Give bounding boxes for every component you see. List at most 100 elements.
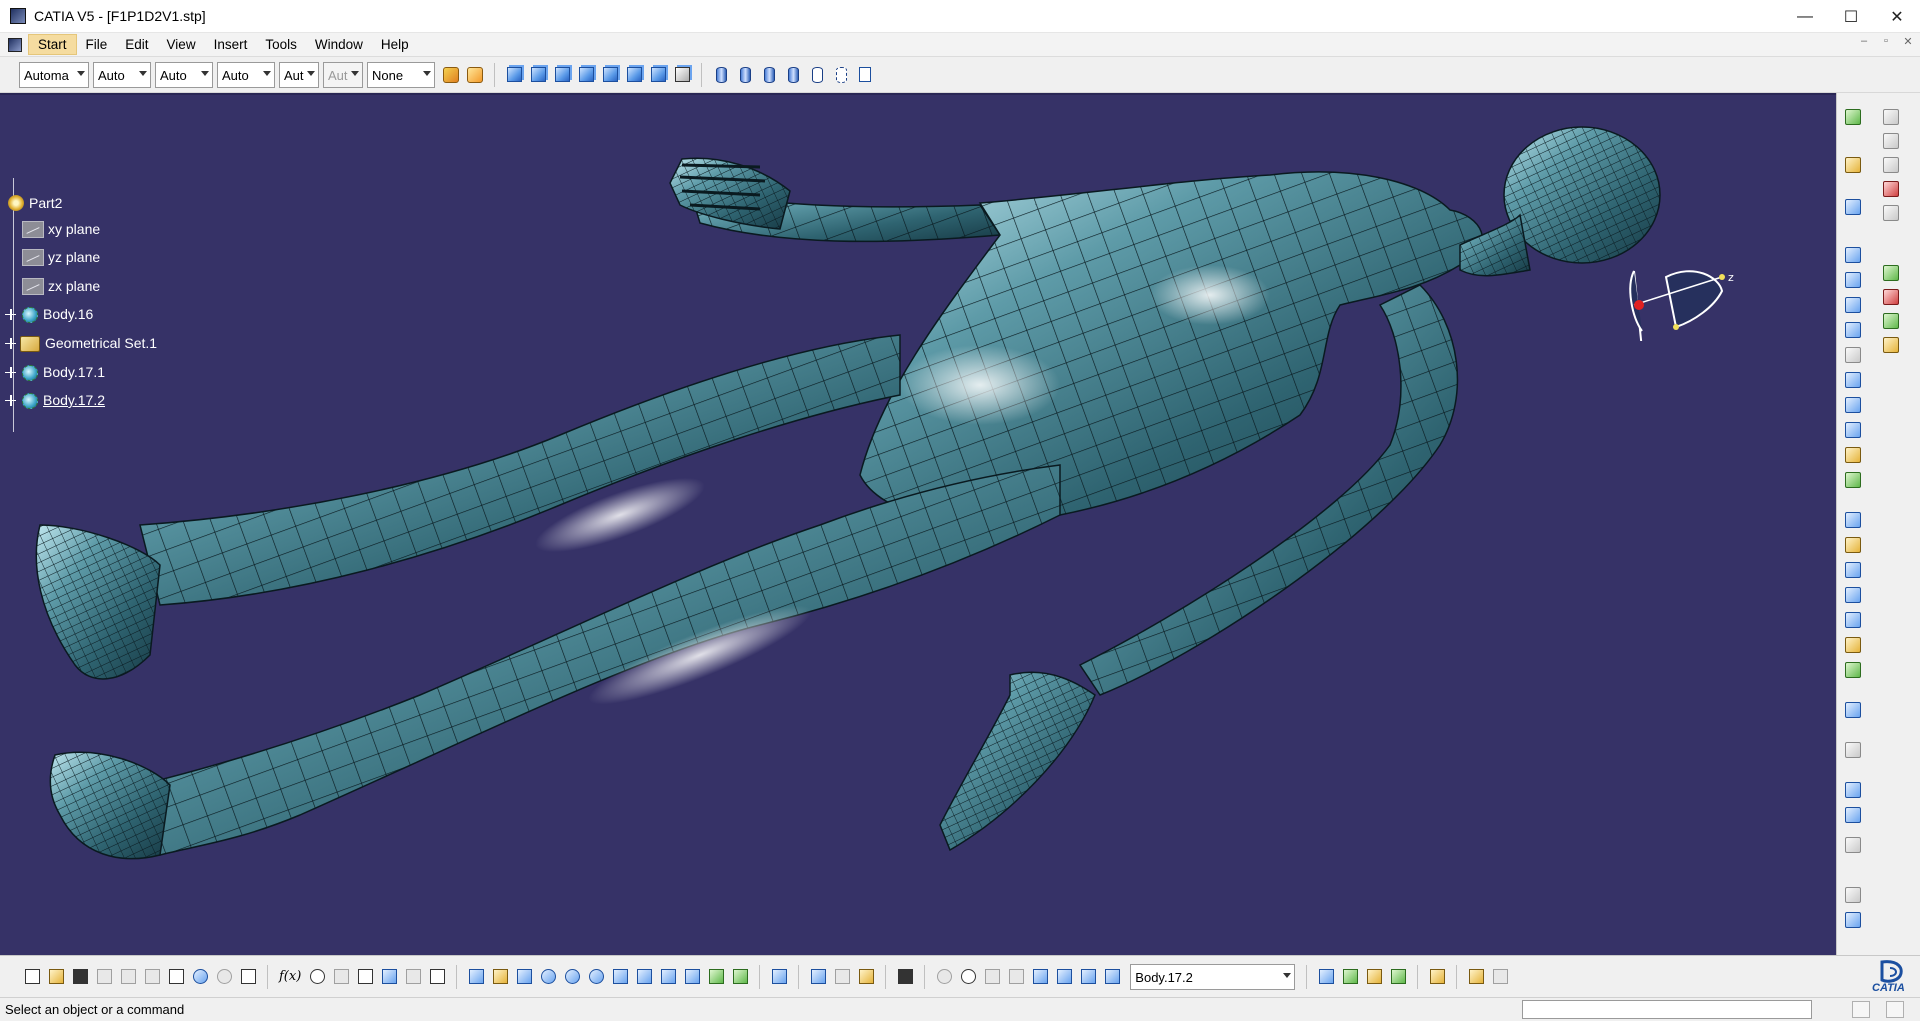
graphic-properties-button[interactable] xyxy=(465,65,485,85)
rt-boolean-union-trim-button[interactable] xyxy=(1879,333,1903,357)
rt-groove-button[interactable] xyxy=(1841,318,1865,342)
compass-manipulator[interactable]: z xyxy=(1614,257,1744,341)
fly-mode-button[interactable] xyxy=(466,967,486,987)
rt-slot-button[interactable] xyxy=(1841,393,1865,417)
rt-analysis-button[interactable] xyxy=(1841,908,1865,932)
power-input-history-button[interactable] xyxy=(1852,1001,1870,1018)
shading-edges-hidden-button[interactable] xyxy=(759,65,779,85)
rt-shaft-button[interactable] xyxy=(1841,293,1865,317)
menu-edit[interactable]: Edit xyxy=(116,35,157,54)
rt-sketch-tracker-button[interactable] xyxy=(1841,105,1865,129)
rt-surface-button[interactable] xyxy=(1879,153,1903,177)
scene-button[interactable] xyxy=(1388,967,1408,987)
3d-model-view[interactable] xyxy=(0,95,1836,955)
update-button[interactable] xyxy=(769,967,789,987)
tools-rotate-button[interactable] xyxy=(934,967,954,987)
document-close-button[interactable]: ✕ xyxy=(1900,35,1916,53)
rt-stiffener-button[interactable] xyxy=(1841,418,1865,442)
swap-visible-space-button[interactable] xyxy=(730,967,750,987)
wireframe-button[interactable] xyxy=(807,65,827,85)
reorder-button[interactable] xyxy=(1466,967,1486,987)
format-painter-button[interactable] xyxy=(441,65,461,85)
tree-node-body-17-1[interactable]: Body.17.1 xyxy=(5,361,105,383)
fit-all-button[interactable] xyxy=(490,967,510,987)
tree-node-geometrical-set-1[interactable]: Geometrical Set.1 xyxy=(5,332,157,354)
construction-elements-button[interactable] xyxy=(1054,967,1074,987)
menu-start[interactable]: Start xyxy=(28,34,77,55)
zoom-out-button[interactable] xyxy=(586,967,606,987)
design-table-button[interactable] xyxy=(355,967,375,987)
rt-axis-button[interactable] xyxy=(1879,201,1903,225)
rt-select-button[interactable] xyxy=(1841,153,1865,177)
rt-draft-button[interactable] xyxy=(1841,558,1865,582)
view-mode-help-button[interactable] xyxy=(855,65,875,85)
multi-view-button[interactable] xyxy=(634,967,654,987)
law-button[interactable] xyxy=(331,967,351,987)
normal-view-button[interactable] xyxy=(610,967,630,987)
view-back-button[interactable] xyxy=(552,65,572,85)
rt-measure-button[interactable] xyxy=(1841,833,1865,857)
view-front-button[interactable] xyxy=(528,65,548,85)
paint-tool-button[interactable] xyxy=(1427,967,1447,987)
shading-edges-button[interactable] xyxy=(735,65,755,85)
transparency-combo[interactable]: Auto xyxy=(93,61,151,88)
power-input-clear-button[interactable] xyxy=(1886,1001,1904,1018)
catalog-button[interactable] xyxy=(379,967,399,987)
instantiate-button[interactable] xyxy=(427,967,447,987)
expand-icon[interactable] xyxy=(5,337,16,349)
axis-system-button[interactable] xyxy=(982,967,1002,987)
rt-hole-button[interactable] xyxy=(1841,343,1865,367)
rotate-button[interactable] xyxy=(538,967,558,987)
hand-pan-button[interactable] xyxy=(958,967,978,987)
shading-button[interactable] xyxy=(711,65,731,85)
document-minimize-button[interactable]: – xyxy=(1856,35,1872,53)
zoom-in-button[interactable] xyxy=(562,967,582,987)
rt-view-button[interactable] xyxy=(1879,129,1903,153)
expand-icon[interactable] xyxy=(5,394,16,406)
tree-node-part2[interactable]: Part2 xyxy=(6,192,62,214)
view-right-button[interactable] xyxy=(600,65,620,85)
rt-sketch-button[interactable] xyxy=(1841,195,1865,219)
power-input-field[interactable] xyxy=(1522,1000,1812,1019)
rt-rib-button[interactable] xyxy=(1841,368,1865,392)
color-combo[interactable]: Automa xyxy=(19,61,89,88)
document-icon[interactable] xyxy=(8,37,22,52)
view-bottom-button[interactable] xyxy=(648,65,668,85)
tree-node-xy-plane[interactable]: xy plane xyxy=(22,218,100,240)
dimensional-constraints-button[interactable] xyxy=(1078,967,1098,987)
minimize-button[interactable]: — xyxy=(1782,0,1828,33)
tree-node-body-16[interactable]: Body.16 xyxy=(5,303,93,325)
rt-thickness-button[interactable] xyxy=(1841,608,1865,632)
undo-button[interactable] xyxy=(190,967,210,987)
whats-this-button[interactable] xyxy=(238,967,258,987)
rt-thread-button[interactable] xyxy=(1841,633,1865,657)
menu-window[interactable]: Window xyxy=(306,35,372,54)
view-top-button[interactable] xyxy=(624,65,644,85)
shading-material-button[interactable] xyxy=(783,65,803,85)
human-body-mesh[interactable] xyxy=(35,126,1661,860)
expand-icon[interactable] xyxy=(5,366,16,378)
rt-boolean-intersect-button[interactable] xyxy=(1879,309,1903,333)
document-restore-button[interactable]: ▫ xyxy=(1878,35,1894,53)
tree-node-zx-plane[interactable]: zx plane xyxy=(22,275,100,297)
rt-stamp-button[interactable] xyxy=(1879,177,1903,201)
rt-shell-button[interactable] xyxy=(1841,583,1865,607)
rt-translation-button[interactable] xyxy=(1841,738,1865,762)
customize-view-button[interactable] xyxy=(831,65,851,85)
work-object-button[interactable] xyxy=(1102,967,1122,987)
print-button[interactable] xyxy=(94,967,114,987)
close-button[interactable]: ✕ xyxy=(1874,0,1920,33)
expand-icon[interactable] xyxy=(5,308,16,320)
maximize-button[interactable]: ☐ xyxy=(1828,0,1874,33)
tree-node-yz-plane[interactable]: yz plane xyxy=(22,246,100,268)
rt-edge-fillet-button[interactable] xyxy=(1841,508,1865,532)
current-body-select[interactable]: Body.17.2 xyxy=(1130,963,1296,990)
new-button[interactable] xyxy=(22,967,42,987)
3d-viewport[interactable]: z x z y xyxy=(0,93,1836,955)
menu-file[interactable]: File xyxy=(77,35,117,54)
quick-view-button[interactable] xyxy=(658,967,678,987)
pan-button[interactable] xyxy=(514,967,534,987)
image-button[interactable] xyxy=(1340,967,1360,987)
rt-constraint-button[interactable] xyxy=(1841,883,1865,907)
rt-pocket-button[interactable] xyxy=(1841,268,1865,292)
